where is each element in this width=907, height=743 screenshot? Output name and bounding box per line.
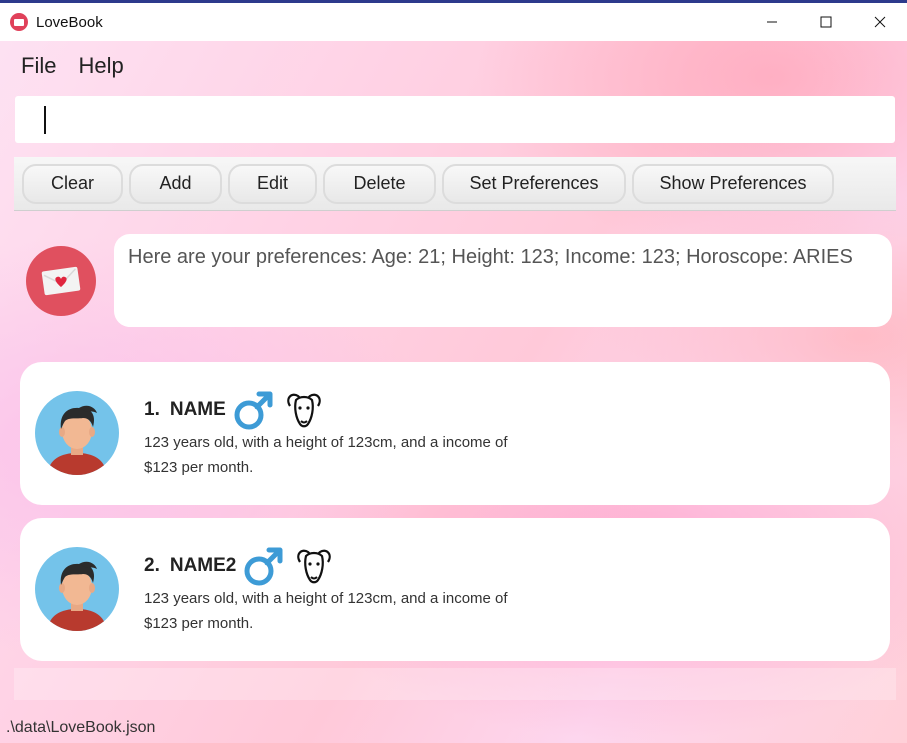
text-caret <box>44 106 46 134</box>
male-symbol-icon <box>234 391 273 430</box>
person-description: 123 years old, with a height of 123cm, a… <box>144 590 508 632</box>
status-file-path: .\data\LoveBook.json <box>6 719 156 736</box>
result-text: Here are your preferences: Age: 21; Heig… <box>128 246 853 268</box>
title-bar: LoveBook <box>0 3 907 41</box>
command-box <box>15 96 895 143</box>
window-title: LoveBook <box>36 13 103 31</box>
aries-ram-icon <box>297 549 332 584</box>
list-footer-strip <box>14 668 896 700</box>
delete-button[interactable]: Delete <box>323 163 436 204</box>
close-icon <box>874 16 886 28</box>
person-card[interactable]: 1. NAME 123 years old, with a height of … <box>20 362 890 505</box>
app-window: LoveBook File Help Clear Add Edit Delete… <box>0 0 907 743</box>
person-index: 2. <box>144 555 160 576</box>
result-display: Here are your preferences: Age: 21; Heig… <box>114 234 892 327</box>
app-logo-icon <box>10 13 28 31</box>
window-controls <box>745 3 907 41</box>
avatar-icon <box>35 547 119 631</box>
maximize-icon <box>820 16 832 28</box>
person-index: 1. <box>144 399 160 420</box>
close-button[interactable] <box>853 3 907 41</box>
person-card[interactable]: 2. NAME2 123 years old, with a height of… <box>20 518 890 661</box>
maximize-button[interactable] <box>799 3 853 41</box>
male-symbol-icon <box>244 547 283 586</box>
person-name-row: 1. NAME <box>144 388 326 432</box>
clear-button[interactable]: Clear <box>22 163 123 204</box>
person-name: NAME <box>169 399 226 420</box>
minimize-button[interactable] <box>745 3 799 41</box>
avatar-icon <box>35 391 119 475</box>
menu-help[interactable]: Help <box>78 49 123 83</box>
envelope-heart-icon <box>26 246 96 316</box>
aries-ram-icon <box>287 393 321 428</box>
add-button[interactable]: Add <box>129 163 222 204</box>
set-preferences-button[interactable]: Set Preferences <box>442 163 626 204</box>
minimize-icon <box>767 21 777 23</box>
show-preferences-button[interactable]: Show Preferences <box>632 163 834 204</box>
person-name-row: 2. NAME2 <box>144 544 336 588</box>
command-input[interactable] <box>15 96 895 143</box>
person-description: 123 years old, with a height of 123cm, a… <box>144 434 508 476</box>
person-name: NAME2 <box>169 555 237 576</box>
menu-bar: File Help <box>12 49 124 83</box>
menu-file[interactable]: File <box>21 49 56 83</box>
toolbar: Clear Add Edit Delete Set Preferences Sh… <box>14 157 896 211</box>
edit-button[interactable]: Edit <box>228 163 317 204</box>
